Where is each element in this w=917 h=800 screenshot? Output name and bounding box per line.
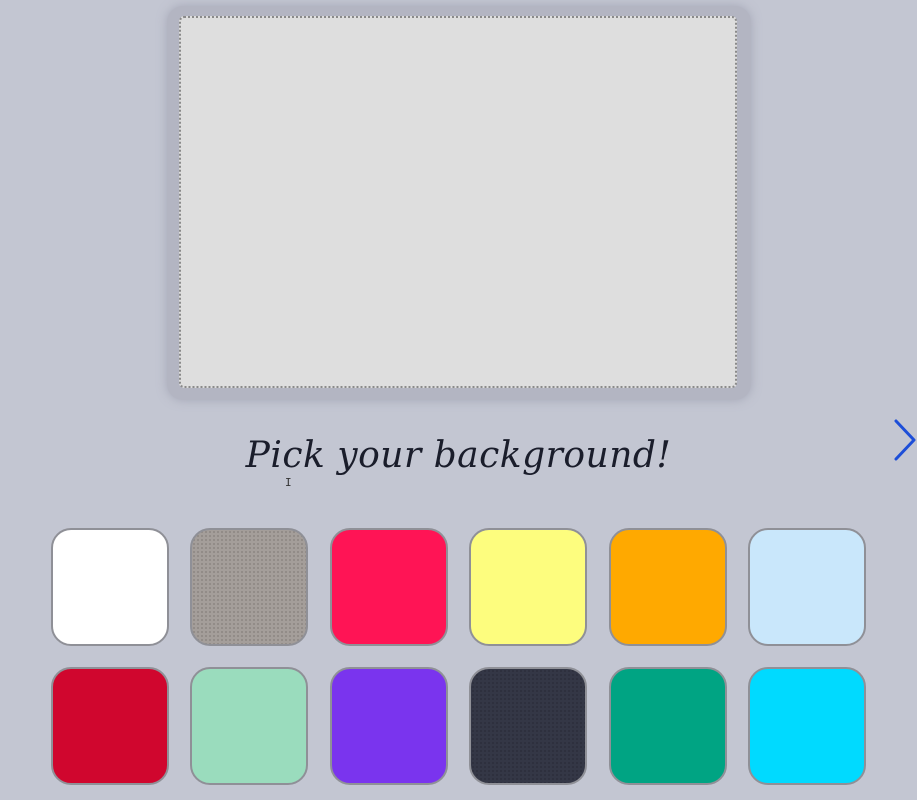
swatch-cyan[interactable] bbox=[748, 667, 866, 785]
swatch-white[interactable] bbox=[51, 528, 169, 646]
swatch-yellow[interactable] bbox=[469, 528, 587, 646]
swatch-teal[interactable] bbox=[609, 667, 727, 785]
swatch-pink-red[interactable] bbox=[330, 528, 448, 646]
swatch-gray[interactable] bbox=[190, 528, 308, 646]
swatch-purple[interactable] bbox=[330, 667, 448, 785]
pick-background-prompt: Pick your background! bbox=[245, 435, 672, 476]
swatch-light-blue[interactable] bbox=[748, 528, 866, 646]
swatch-crimson[interactable] bbox=[51, 667, 169, 785]
background-preview-canvas bbox=[179, 16, 737, 388]
canvas-frame bbox=[167, 6, 751, 400]
swatch-charcoal[interactable] bbox=[469, 667, 587, 785]
swatch-orange[interactable] bbox=[609, 528, 727, 646]
swatch-mint[interactable] bbox=[190, 667, 308, 785]
text-cursor-icon: I bbox=[285, 476, 292, 489]
chevron-right-icon[interactable] bbox=[893, 418, 917, 462]
